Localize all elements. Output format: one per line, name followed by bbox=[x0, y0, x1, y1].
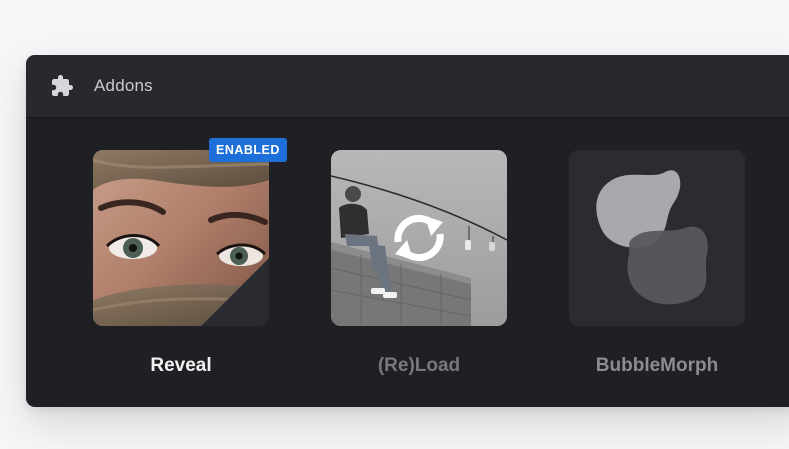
panel-title: Addons bbox=[94, 76, 153, 95]
addon-card-reveal[interactable] bbox=[93, 150, 269, 326]
addon-card-reload[interactable] bbox=[331, 150, 507, 326]
bubble-morph-shapes bbox=[569, 150, 745, 326]
enabled-badge: ENABLED bbox=[209, 138, 287, 162]
puzzle-icon bbox=[50, 74, 74, 98]
addon-card-bubblemorph[interactable] bbox=[569, 150, 745, 326]
panel-header: Addons bbox=[26, 55, 789, 118]
face-with-scarf-image bbox=[93, 150, 269, 326]
man-on-wall-photo bbox=[331, 150, 507, 326]
addon-label-reveal: Reveal bbox=[150, 355, 212, 376]
addon-label-reload: (Re)Load bbox=[377, 355, 461, 376]
addons-panel: Addons Reveal (Re)Load BubbleMorph bbox=[26, 55, 789, 407]
addon-label-bubblemorph: BubbleMorph bbox=[595, 355, 719, 376]
